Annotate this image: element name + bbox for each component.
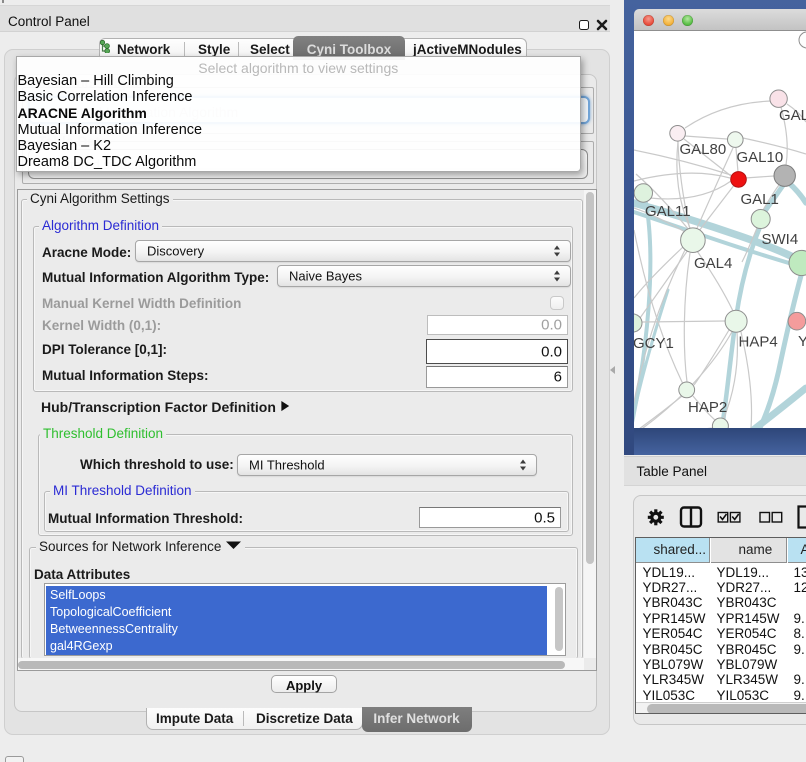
svg-text:GAL80: GAL80: [680, 141, 727, 158]
svg-text:HAP2: HAP2: [688, 399, 727, 416]
svg-text:YE: YE: [798, 333, 806, 350]
svg-text:GAL1: GAL1: [741, 191, 779, 208]
svg-text:HAP4: HAP4: [739, 334, 778, 351]
svg-text:GCY1: GCY1: [634, 335, 674, 352]
svg-text:GAL10: GAL10: [737, 149, 784, 166]
svg-text:GAL7: GAL7: [779, 107, 806, 124]
svg-text:SWI4: SWI4: [762, 231, 799, 248]
svg-text:GAL11: GAL11: [645, 203, 691, 220]
svg-text:GAL4: GAL4: [694, 255, 732, 272]
